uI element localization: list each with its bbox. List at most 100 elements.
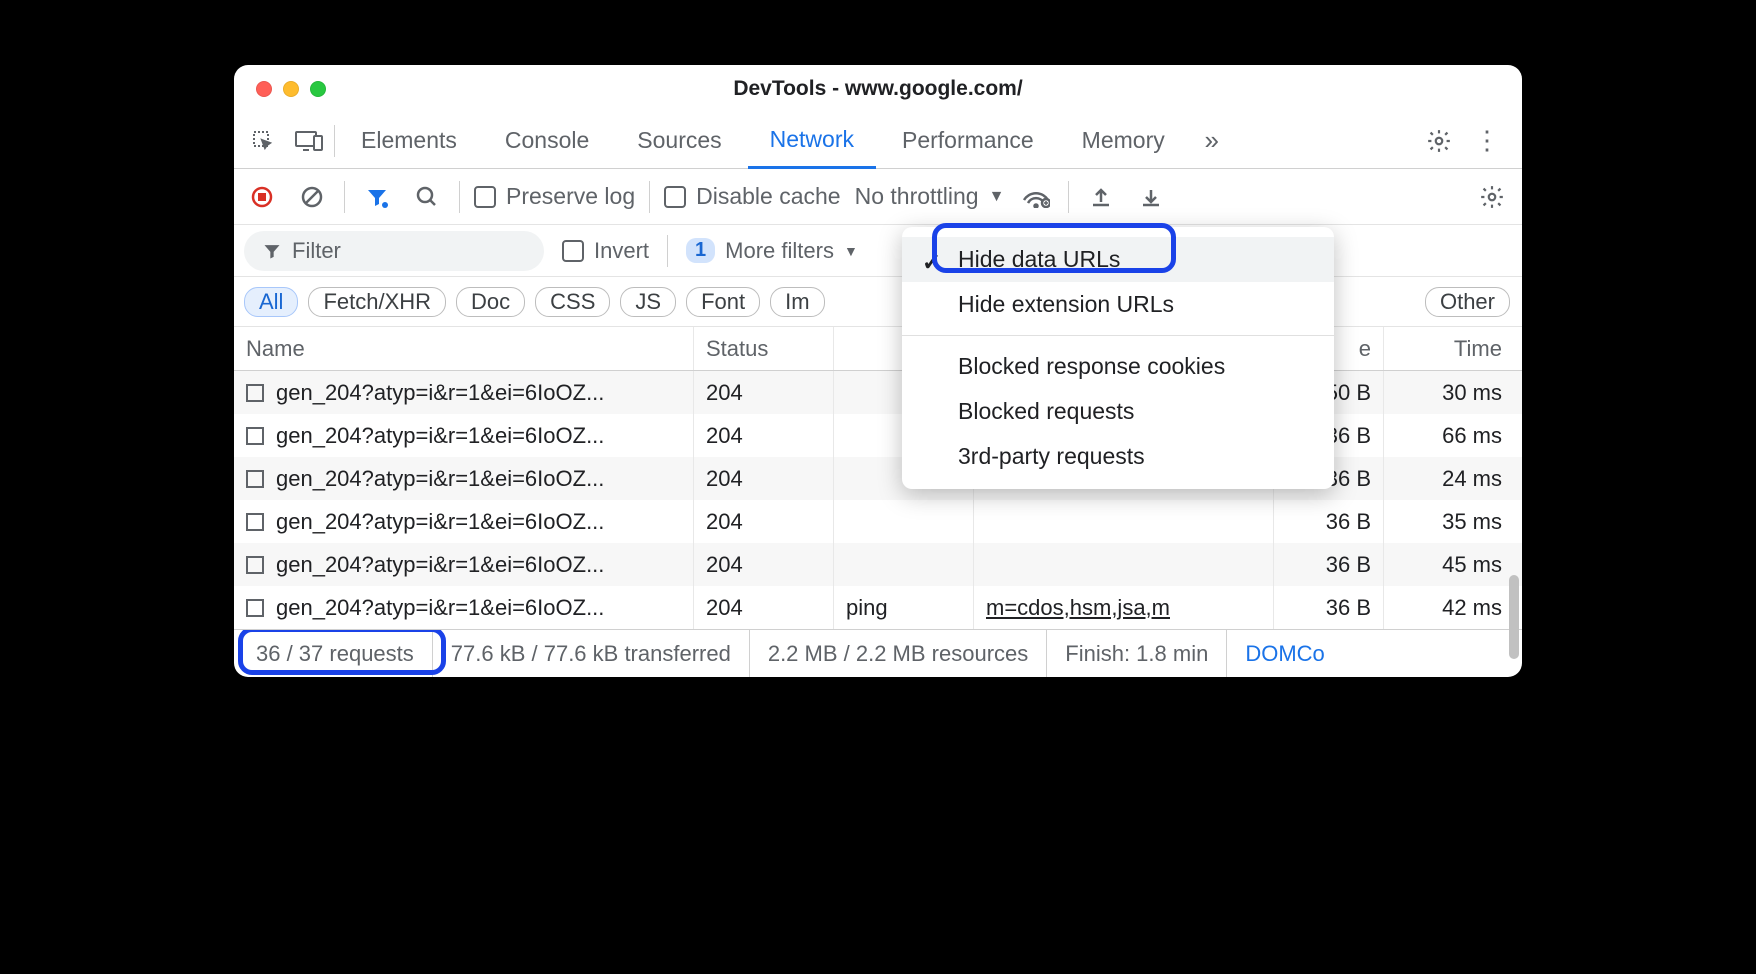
request-name: gen_204?atyp=i&r=1&ei=6IoOZ... [276, 552, 604, 578]
request-name: gen_204?atyp=i&r=1&ei=6IoOZ... [276, 466, 604, 492]
minimize-dot[interactable] [283, 81, 299, 97]
scrollbar-thumb[interactable] [1509, 575, 1519, 659]
dd-blocked-response-cookies[interactable]: Blocked response cookies [902, 344, 1334, 389]
cell-status: 204 [694, 586, 834, 629]
network-toolbar: Preserve log Disable cache No throttling… [234, 169, 1522, 225]
col-status[interactable]: Status [694, 327, 834, 370]
search-icon[interactable] [409, 179, 445, 215]
divider [649, 181, 650, 213]
cell-size: 36 B [1274, 586, 1384, 629]
settings-gear-icon[interactable] [1418, 120, 1460, 162]
tab-network[interactable]: Network [748, 114, 876, 169]
cell-size: 36 B [1274, 500, 1384, 543]
divider [667, 235, 668, 267]
preserve-log-label: Preserve log [506, 183, 635, 210]
panel-tabbar: Elements Console Sources Network Perform… [234, 113, 1522, 169]
cell-time: 30 ms [1384, 371, 1514, 414]
col-time[interactable]: Time [1384, 327, 1514, 370]
invert-checkbox[interactable]: Invert [562, 238, 649, 264]
zoom-dot[interactable] [310, 81, 326, 97]
download-har-icon[interactable] [1133, 179, 1169, 215]
request-name: gen_204?atyp=i&r=1&ei=6IoOZ... [276, 595, 604, 621]
cell-status: 204 [694, 543, 834, 586]
filter-placeholder: Filter [292, 238, 341, 264]
traffic-lights [256, 81, 326, 97]
upload-har-icon[interactable] [1083, 179, 1119, 215]
invert-label: Invert [594, 238, 649, 264]
chevron-down-icon: ▼ [844, 243, 858, 259]
dd-label: Hide data URLs [958, 246, 1120, 272]
preserve-log-checkbox[interactable]: Preserve log [474, 183, 635, 210]
cell-status: 204 [694, 457, 834, 500]
chip-fetch-xhr[interactable]: Fetch/XHR [308, 287, 446, 317]
cell-initiator [974, 500, 1274, 543]
document-icon [246, 470, 264, 488]
table-row[interactable]: gen_204?atyp=i&r=1&ei=6IoOZ... 204 36 B35 … [234, 500, 1522, 543]
window-title: DevTools - www.google.com/ [733, 77, 1022, 101]
clear-button[interactable] [294, 179, 330, 215]
close-dot[interactable] [256, 81, 272, 97]
cell-status: 204 [694, 500, 834, 543]
divider [1068, 181, 1069, 213]
tab-sources[interactable]: Sources [615, 113, 743, 168]
chip-doc[interactable]: Doc [456, 287, 525, 317]
cell-time: 35 ms [1384, 500, 1514, 543]
document-icon [246, 599, 264, 617]
filter-toggle-icon[interactable] [359, 179, 395, 215]
chip-all[interactable]: All [244, 287, 298, 317]
col-name[interactable]: Name [234, 327, 694, 370]
dd-hide-data-urls[interactable]: ✓ Hide data URLs [902, 237, 1334, 282]
inspect-icon[interactable] [242, 120, 284, 162]
record-button[interactable] [244, 179, 280, 215]
tab-elements[interactable]: Elements [339, 113, 479, 168]
cell-status: 204 [694, 371, 834, 414]
dd-third-party-requests[interactable]: 3rd-party requests [902, 434, 1334, 479]
disable-cache-checkbox[interactable]: Disable cache [664, 183, 840, 210]
chip-img[interactable]: Im [770, 287, 824, 317]
document-icon [246, 556, 264, 574]
filter-input[interactable]: Filter [244, 231, 544, 271]
request-name: gen_204?atyp=i&r=1&ei=6IoOZ... [276, 423, 604, 449]
divider [334, 125, 335, 157]
more-filters-label: More filters [725, 238, 834, 264]
throttling-select[interactable]: No throttling ▼ [855, 183, 1005, 210]
cell-status: 204 [694, 414, 834, 457]
divider [459, 181, 460, 213]
cell-size: 36 B [1274, 543, 1384, 586]
status-domcontent: DOMCo [1227, 630, 1342, 677]
table-row[interactable]: gen_204?atyp=i&r=1&ei=6IoOZ... 204ping m=c… [234, 586, 1522, 629]
network-conditions-icon[interactable] [1018, 179, 1054, 215]
tab-memory[interactable]: Memory [1060, 113, 1187, 168]
status-transferred: 77.6 kB / 77.6 kB transferred [433, 630, 750, 677]
dd-label: 3rd-party requests [958, 443, 1145, 469]
dd-label: Blocked requests [958, 398, 1134, 424]
tab-console[interactable]: Console [483, 113, 611, 168]
more-filters-dropdown: ✓ Hide data URLs Hide extension URLs Blo… [902, 227, 1334, 489]
initiator-link[interactable]: m=cdos,hsm,jsa,m [986, 595, 1170, 621]
status-requests: 36 / 37 requests [238, 630, 433, 677]
kebab-menu-icon[interactable]: ⋮ [1466, 120, 1508, 162]
status-bar: 36 / 37 requests 77.6 kB / 77.6 kB trans… [234, 629, 1522, 677]
check-icon: ✓ [922, 249, 941, 276]
device-toolbar-icon[interactable] [288, 120, 330, 162]
dd-label: Hide extension URLs [958, 291, 1174, 317]
chip-css[interactable]: CSS [535, 287, 610, 317]
chip-font[interactable]: Font [686, 287, 760, 317]
more-filters-button[interactable]: 1 More filters ▼ [686, 238, 858, 264]
table-row[interactable]: gen_204?atyp=i&r=1&ei=6IoOZ...20436 B45 … [234, 543, 1522, 586]
tab-performance[interactable]: Performance [880, 113, 1056, 168]
dd-blocked-requests[interactable]: Blocked requests [902, 389, 1334, 434]
chevron-down-icon: ▼ [989, 188, 1005, 206]
dd-hide-extension-urls[interactable]: Hide extension URLs [902, 282, 1334, 327]
document-icon [246, 384, 264, 402]
cell-type [834, 543, 974, 586]
request-name: gen_204?atyp=i&r=1&ei=6IoOZ... [276, 509, 604, 535]
document-icon [246, 427, 264, 445]
chip-js[interactable]: JS [620, 287, 676, 317]
cell-initiator [974, 543, 1274, 586]
network-settings-gear-icon[interactable] [1474, 179, 1510, 215]
titlebar: DevTools - www.google.com/ [234, 65, 1522, 113]
more-tabs-icon[interactable]: » [1191, 120, 1233, 162]
chip-other[interactable]: Other [1425, 287, 1510, 317]
cell-type: ping [834, 586, 974, 629]
